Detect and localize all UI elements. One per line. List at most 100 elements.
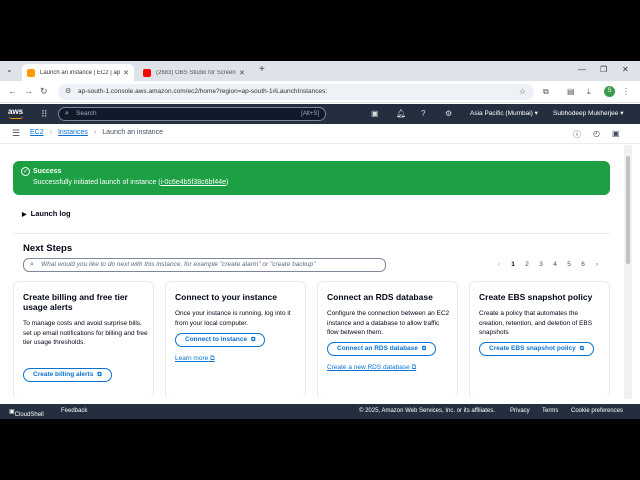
search-shortcut: [Alt+S] [301, 111, 319, 117]
card-rds-database: Connect an RDS database Configure the co… [317, 281, 458, 399]
next-steps-title: Next Steps [23, 243, 73, 254]
account-menu[interactable]: Subhodeep Mukherjee ▾ [553, 109, 623, 117]
back-icon[interactable]: ← [8, 86, 17, 96]
card-body: To manage costs and avoid surprise bills… [23, 320, 148, 346]
launch-log-toggle[interactable]: ▶ Launch log [22, 209, 71, 218]
success-flash: ✓ Success Successfully initiated launch … [13, 161, 610, 195]
search-icon: ⌕ [30, 261, 34, 268]
close-window-icon[interactable]: ✕ [622, 65, 629, 74]
instance-id-link[interactable]: i-0c6e4b5f38c6bf44e [161, 179, 226, 186]
launch-log-label: Launch log [30, 209, 71, 218]
tab-title: (2683) OBS Studio for Screen R [156, 69, 237, 76]
hamburger-icon[interactable]: ☰ [12, 128, 20, 139]
tab-title: Launch an instance | EC2 | ap-s [40, 69, 121, 76]
download-icon[interactable]: ⤓ [587, 87, 591, 97]
flash-title: Success [33, 168, 62, 175]
services-grid-icon[interactable]: ⠿ [41, 109, 48, 120]
close-tab-icon[interactable]: ✕ [239, 69, 245, 77]
page-5[interactable]: 5 [566, 261, 572, 268]
forward-icon[interactable]: → [24, 86, 33, 96]
create-rds-label: Create a new RDS database [327, 364, 410, 371]
breadcrumb-current: Launch an instance [102, 129, 163, 136]
page-3[interactable]: 3 [538, 261, 544, 268]
restore-icon[interactable]: ❐ [600, 65, 607, 74]
learn-more-link[interactable]: Learn more ⧉ [175, 355, 215, 363]
tab-search-icon[interactable]: ⌄ [6, 65, 13, 74]
create-rds-database-link[interactable]: Create a new RDS database ⧉ [327, 364, 416, 372]
close-tab-icon[interactable]: ✕ [123, 69, 129, 77]
panel-icon[interactable]: ▣ [612, 129, 620, 138]
url-field[interactable]: ⚙ ap-south-1.console.aws.amazon.com/ec2/… [58, 84, 534, 100]
aws-search-input[interactable]: ⌕ Search [Alt+S] [58, 107, 326, 121]
prev-page-icon[interactable]: ‹ [496, 261, 502, 268]
terms-link[interactable]: Terms [542, 408, 558, 414]
breadcrumb: EC2 › Instances › Launch an instance [30, 129, 163, 136]
search-placeholder: Search [76, 110, 97, 117]
external-link-icon: ⧉ [251, 337, 256, 343]
breadcrumb-ec2[interactable]: EC2 [30, 129, 44, 136]
flash-message-suffix: ) [226, 179, 229, 186]
button-label: Create EBS snapshot policy [489, 345, 576, 352]
youtube-favicon-icon [143, 68, 151, 77]
console-footer: ▣ CloudShell Feedback © 2025, Amazon Web… [0, 404, 640, 419]
info-icon[interactable]: ⓘ [573, 129, 581, 140]
aws-favicon-icon [27, 68, 35, 77]
breadcrumb-bar: ☰ EC2 › Instances › Launch an instance ⓘ ◴ ▣ [0, 124, 640, 144]
browser-tab-active[interactable]: Launch an instance | EC2 | ap-s ✕ [22, 64, 134, 81]
page-2[interactable]: 2 [524, 261, 530, 268]
extension-icon[interactable]: ⧉ [543, 87, 549, 97]
profile-avatar[interactable]: S [604, 86, 615, 97]
cloudshell-label: CloudShell [14, 412, 44, 418]
learn-more-label: Learn more [175, 355, 209, 362]
button-label: Connect an RDS database [337, 345, 418, 352]
address-bar: ← → ↻ ⚙ ap-south-1.console.aws.amazon.co… [0, 81, 640, 103]
pagination: ‹ 1 2 3 4 5 6 › [496, 261, 600, 268]
connect-rds-database-button[interactable]: Connect an RDS database ⧉ [327, 342, 437, 356]
external-link-icon: ⧉ [210, 355, 215, 362]
page-6[interactable]: 6 [580, 261, 586, 268]
card-body: Create a policy that automates the creat… [479, 310, 593, 336]
external-link-icon: ⧉ [411, 364, 417, 371]
card-title: Create EBS snapshot policy [479, 292, 593, 302]
card-ebs-snapshot: Create EBS snapshot policy Create a poli… [469, 281, 610, 399]
create-billing-alerts-button[interactable]: Create billing alerts ⧉ [23, 368, 112, 382]
privacy-link[interactable]: Privacy [510, 408, 530, 414]
card-title: Connect to your instance [175, 292, 278, 302]
screen: ⌄ Launch an instance | EC2 | ap-s ✕ (268… [0, 61, 640, 419]
button-label: Connect to instance [185, 336, 248, 343]
lock-icon[interactable]: ⚙ [65, 84, 71, 100]
cloudshell-link[interactable]: ▣ CloudShell [9, 408, 44, 418]
breadcrumb-instances[interactable]: Instances [58, 129, 88, 136]
scrollbar-thumb[interactable] [626, 156, 630, 264]
external-link-icon: ⧉ [421, 346, 427, 352]
page-1[interactable]: 1 [510, 261, 516, 268]
feedback-link[interactable]: Feedback [61, 408, 87, 414]
next-steps-section: Next Steps ⌕ What would you like to do n… [13, 233, 610, 278]
create-ebs-snapshot-policy-button[interactable]: Create EBS snapshot policy ⧉ [479, 342, 594, 356]
next-steps-search-input[interactable]: ⌕ What would you like to do next with th… [23, 258, 386, 272]
bell-icon[interactable]: 🔔︎ [396, 109, 406, 118]
region-selector[interactable]: Asia Pacific (Mumbai) ▾ [470, 109, 538, 117]
menu-dots-icon[interactable]: ⋮ [622, 87, 630, 96]
bookmark-star-icon[interactable]: ☆ [519, 84, 526, 100]
page-4[interactable]: 4 [552, 261, 558, 268]
sidepanel-icon[interactable]: ▤ [567, 87, 575, 96]
caret-right-icon: ▶ [22, 212, 27, 218]
browser-tab[interactable]: (2683) OBS Studio for Screen R ✕ [138, 64, 250, 81]
cookie-preferences-link[interactable]: Cookie preferences [571, 408, 623, 414]
new-tab-icon[interactable]: + [259, 64, 265, 75]
connect-to-instance-button[interactable]: Connect to instance ⧉ [175, 333, 266, 347]
next-steps-search-placeholder: What would you like to do next with this… [41, 261, 316, 268]
cloudshell-icon[interactable]: ▣ [371, 109, 379, 118]
reload-icon[interactable]: ↻ [40, 86, 48, 97]
flash-message: Successfully initiated launch of instanc… [33, 179, 228, 186]
aws-logo[interactable]: aws [8, 107, 23, 119]
help-icon[interactable]: ? [421, 109, 425, 118]
card-body: Configure the connection between an EC2 … [327, 310, 450, 336]
card-title: Connect an RDS database [327, 292, 433, 302]
minimize-icon[interactable]: — [578, 65, 586, 74]
next-page-icon[interactable]: › [594, 261, 600, 268]
settings-icon[interactable]: ⚙ [445, 109, 452, 118]
flash-message-prefix: Successfully initiated launch of instanc… [33, 179, 161, 186]
clock-icon[interactable]: ◴ [593, 129, 600, 138]
